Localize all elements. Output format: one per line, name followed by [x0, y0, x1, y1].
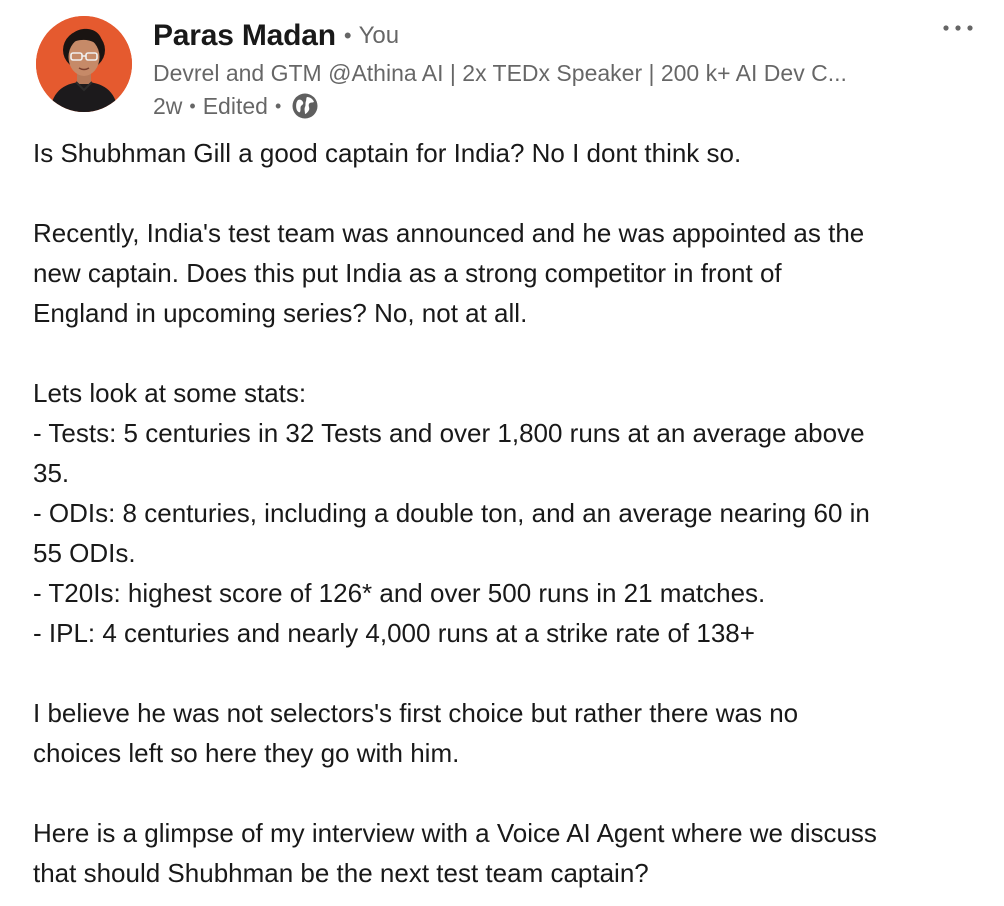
- more-horizontal-icon: [943, 25, 973, 31]
- post-line: Here is a glimpse of my interview with a…: [33, 818, 877, 848]
- connection-degree: You: [358, 22, 400, 49]
- post-line: England in upcoming series? No, not at a…: [33, 298, 528, 328]
- author-name[interactable]: Paras Madan: [153, 19, 336, 53]
- author-headline: Devrel and GTM @Athina AI | 2x TEDx Spea…: [153, 60, 847, 86]
- post-line: - T20Is: highest score of 126* and over …: [33, 578, 766, 608]
- post-line: - IPL: 4 centuries and nearly 4,000 runs…: [33, 618, 755, 648]
- separator-dot: •: [189, 95, 196, 116]
- post-line: [33, 653, 983, 693]
- post-line: [33, 173, 983, 213]
- post-line: Is Shubhman Gill a good captain for Indi…: [33, 138, 742, 168]
- avatar-image: [36, 16, 132, 112]
- author-name-row: Paras Madan • You: [153, 16, 933, 56]
- separator-dot: •: [274, 95, 282, 116]
- post-line: [33, 333, 983, 373]
- post-line: 55 ODIs.: [33, 538, 136, 568]
- author-meta: Paras Madan • You Devrel and GTM @Athina…: [153, 16, 933, 122]
- more-options-button[interactable]: [940, 16, 976, 40]
- edited-label: Edited: [202, 92, 268, 119]
- post-body: Is Shubhman Gill a good captain for Indi…: [33, 133, 983, 893]
- post-line: - ODIs: 8 centuries, including a double …: [33, 498, 870, 528]
- feed-post: Paras Madan • You Devrel and GTM @Athina…: [0, 0, 1004, 906]
- separator-dot: •: [343, 23, 352, 48]
- post-line: I believe he was not selectors's first c…: [33, 698, 799, 728]
- avatar[interactable]: [36, 16, 132, 112]
- post-time: 2w: [153, 92, 183, 119]
- post-line: Recently, India's test team was announce…: [33, 218, 865, 248]
- post-header: Paras Madan • You Devrel and GTM @Athina…: [36, 16, 976, 119]
- post-timestamp-row: 2w • Edited •: [153, 90, 933, 122]
- globe-icon[interactable]: [291, 92, 319, 120]
- post-line: new captain. Does this put India as a st…: [33, 258, 782, 288]
- post-line: - Tests: 5 centuries in 32 Tests and ove…: [33, 418, 865, 448]
- post-line: choices left so here they go with him.: [33, 738, 460, 768]
- post-line: 35.: [33, 458, 70, 488]
- post-line: that should Shubhman be the next test te…: [33, 858, 649, 888]
- post-line: [33, 773, 983, 813]
- post-line: Lets look at some stats:: [33, 378, 307, 408]
